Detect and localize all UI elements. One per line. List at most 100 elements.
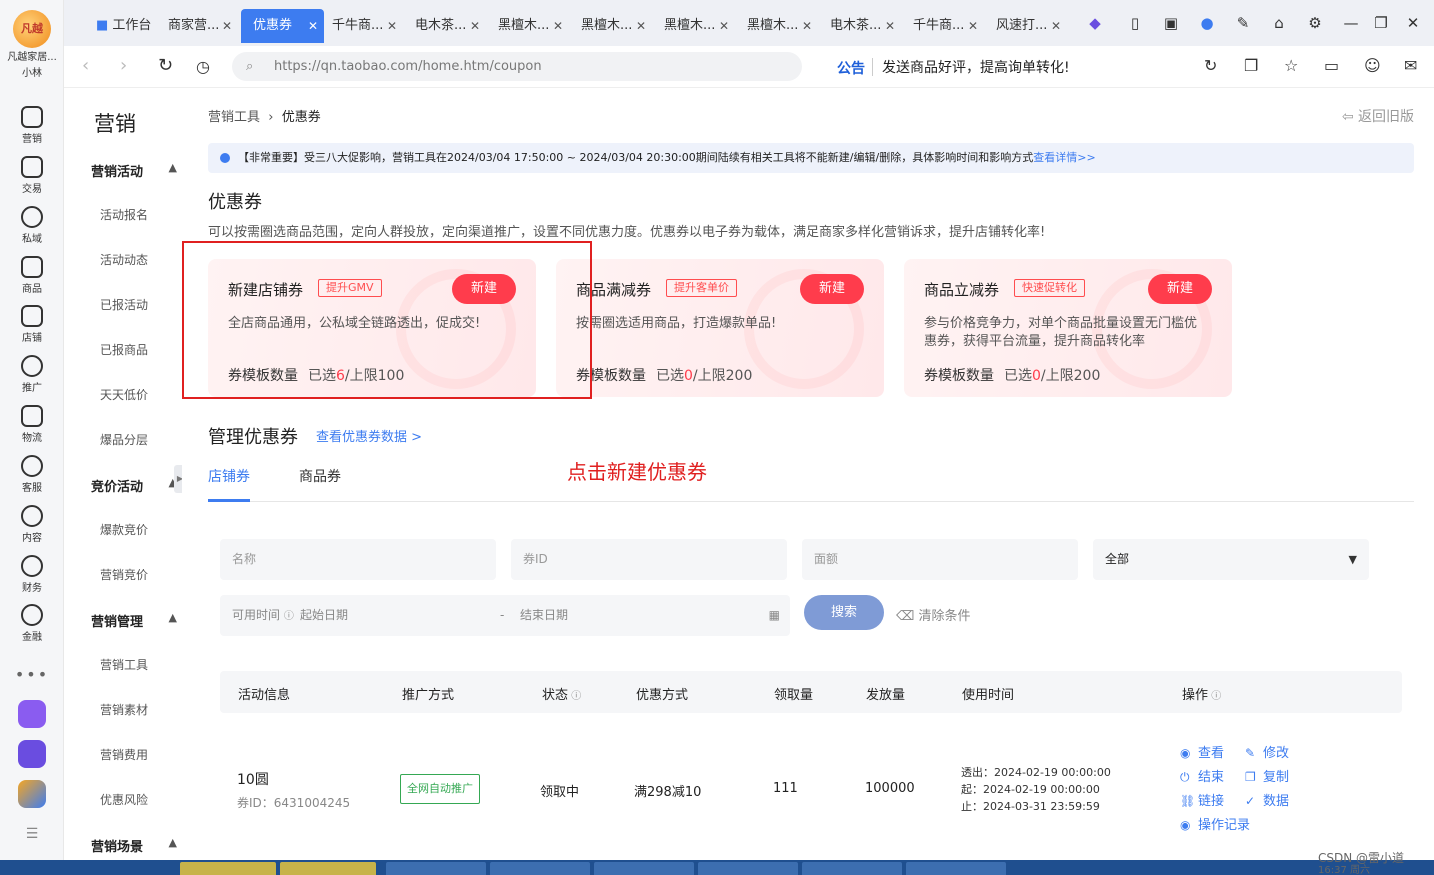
sidebar-item[interactable]: 营销竞价 [100,566,148,583]
forward-icon[interactable]: › [120,55,127,76]
rail-item-content[interactable]: 内容 [0,505,64,544]
create-goods-full-coupon-button[interactable]: 新建 [800,274,864,304]
refresh-icon[interactable]: ↻ [158,55,173,76]
close-icon[interactable]: ✕ [1051,9,1061,43]
more-icon[interactable]: ••• [0,665,64,684]
taskbar-app[interactable] [386,862,486,875]
tab-coupon[interactable]: 优惠券 ✕ [241,9,324,43]
end-link[interactable]: ⏻ 结束 [1180,766,1224,785]
tab-item[interactable]: 千牛商... ✕ [320,9,403,43]
sidebar-item[interactable]: 活动动态 [100,251,148,268]
share-link[interactable]: ⛓ 链接 [1180,790,1224,809]
tab-item[interactable]: 黑檀木... ✕ [486,9,569,43]
url-bar[interactable]: ⌕ https://qn.taobao.com/home.htm/coupon [232,52,802,81]
message-icon[interactable]: ✉ [1404,56,1417,75]
rail-item-finance[interactable]: 财务 [0,555,64,594]
edit-link[interactable]: ✎ 修改 [1245,742,1289,761]
tab-store-coupon[interactable]: 店铺券 [208,466,250,486]
maximize-icon[interactable]: ❐ [1370,12,1392,34]
tab-item[interactable]: 黑檀木... ✕ [569,9,652,43]
data-link[interactable]: ✓ 数据 [1245,790,1289,809]
taskbar-app[interactable] [280,862,376,875]
sidebar-group-scene[interactable]: 营销场景 ▲ [91,836,181,855]
taskbar-app[interactable] [490,862,590,875]
tab-item[interactable]: 黑檀木... ✕ [735,9,818,43]
sidebar-group-management[interactable]: 营销管理 ▲ [91,611,181,630]
create-goods-instant-coupon-button[interactable]: 新建 [1148,274,1212,304]
tab-item[interactable]: 电木茶... ✕ [818,9,901,43]
minimize-icon[interactable]: — [1340,12,1362,34]
notes-app-icon[interactable] [18,700,46,728]
back-icon[interactable]: ‹ [82,55,89,76]
history-icon[interactable]: ◷ [196,57,210,76]
close-icon[interactable]: ✕ [885,9,895,43]
tab-item[interactable]: 千牛商... ✕ [901,9,984,43]
sidebar-item[interactable]: 已报商品 [100,341,148,358]
value-input[interactable]: 面额 [802,539,1078,580]
tab-item[interactable]: 商家营... ✕ [156,9,238,43]
plugin-app-icon[interactable] [18,780,46,808]
close-icon[interactable]: ✕ [802,9,812,43]
close-icon[interactable]: ✕ [553,9,563,43]
settings-icon[interactable]: ⚙ [1304,12,1326,34]
close-icon[interactable]: ✕ [308,9,318,43]
close-icon[interactable]: ✕ [222,9,232,43]
view-link[interactable]: ◉ 查看 [1180,742,1224,761]
folder-icon[interactable]: ▭ [1324,56,1339,75]
bookmark-icon[interactable]: ▣ [1160,12,1182,34]
clear-conditions-button[interactable]: ⌫ 清除条件 [896,605,971,624]
sidebar-item[interactable]: 营销素材 [100,701,148,718]
rail-item-marketing[interactable]: 营销 [0,106,64,145]
status-select[interactable]: 全部 ▼ [1093,539,1369,580]
tab-goods-coupon[interactable]: 商品券 [299,466,341,486]
name-input[interactable]: 名称 [220,539,496,580]
tab-item[interactable]: 风速打... ✕ [984,9,1067,43]
assistant-icon[interactable]: ◆ [1084,12,1106,34]
emoji-icon[interactable]: ☺ [1364,56,1381,75]
rail-item-loan[interactable]: 金融 [0,604,64,643]
copy-icon[interactable]: ❐ [1244,56,1258,75]
sidebar-item[interactable]: 营销工具 [100,656,148,673]
sidebar-item[interactable]: 优惠风险 [100,791,148,808]
phone-icon[interactable]: ▯ [1124,12,1146,34]
hamburger-icon[interactable]: ☰ [0,826,64,842]
tab-item[interactable]: 电木茶... ✕ [403,9,486,43]
shirt-icon[interactable]: ⌂ [1268,12,1290,34]
tab-workbench[interactable]: ■ 工作台 [84,9,160,43]
log-link[interactable]: ◉ 操作记录 [1180,814,1250,833]
sidebar-group-bidding[interactable]: 竞价活动 ▲ [91,476,181,495]
edit-icon[interactable]: ✎ [1232,12,1254,34]
rail-item-goods[interactable]: 商品 [0,256,64,295]
notice-text[interactable]: 发送商品好评，提高询单转化! [882,57,1070,77]
close-icon[interactable]: ✕ [719,9,729,43]
sidebar-item[interactable]: 爆品分层 [100,431,148,448]
close-icon[interactable]: ✕ [470,9,480,43]
rail-item-service[interactable]: 客服 [0,455,64,494]
sidebar-item[interactable]: 爆款竞价 [100,521,148,538]
shop-brand[interactable]: 凡越 凡越家居... 小林 [0,10,64,80]
sync-icon[interactable]: ↻ [1204,56,1217,75]
coupon-data-link[interactable]: 查看优惠券数据 > [316,426,422,445]
printer-app-icon[interactable] [18,740,46,768]
taskbar-app[interactable] [802,862,902,875]
account-icon[interactable]: ● [1196,12,1218,34]
sidebar-item[interactable]: 天天低价 [100,386,148,403]
taskbar-app[interactable] [180,862,276,875]
close-icon[interactable]: ✕ [387,9,397,43]
close-window-icon[interactable]: ✕ [1402,12,1424,34]
taskbar-app[interactable] [594,862,694,875]
taskbar-app[interactable] [906,862,1006,875]
close-icon[interactable]: ✕ [968,9,978,43]
sidebar-item[interactable]: 已报活动 [100,296,148,313]
sidebar-item[interactable]: 活动报名 [100,206,148,223]
coupon-id-input[interactable]: 券ID [511,539,787,580]
rail-item-store[interactable]: 店铺 [0,305,64,344]
rail-item-promote[interactable]: 推广 [0,355,64,394]
copy-link[interactable]: ❐ 复制 [1245,766,1289,785]
search-button[interactable]: 搜索 [804,595,884,630]
alert-detail-link[interactable]: 查看详情>> [1033,151,1095,164]
sidebar-group-activity[interactable]: 营销活动 ▲ [91,161,181,180]
sidebar-item[interactable]: 营销费用 [100,746,148,763]
star-icon[interactable]: ☆ [1284,56,1298,75]
rail-item-private[interactable]: 私域 [0,206,64,245]
